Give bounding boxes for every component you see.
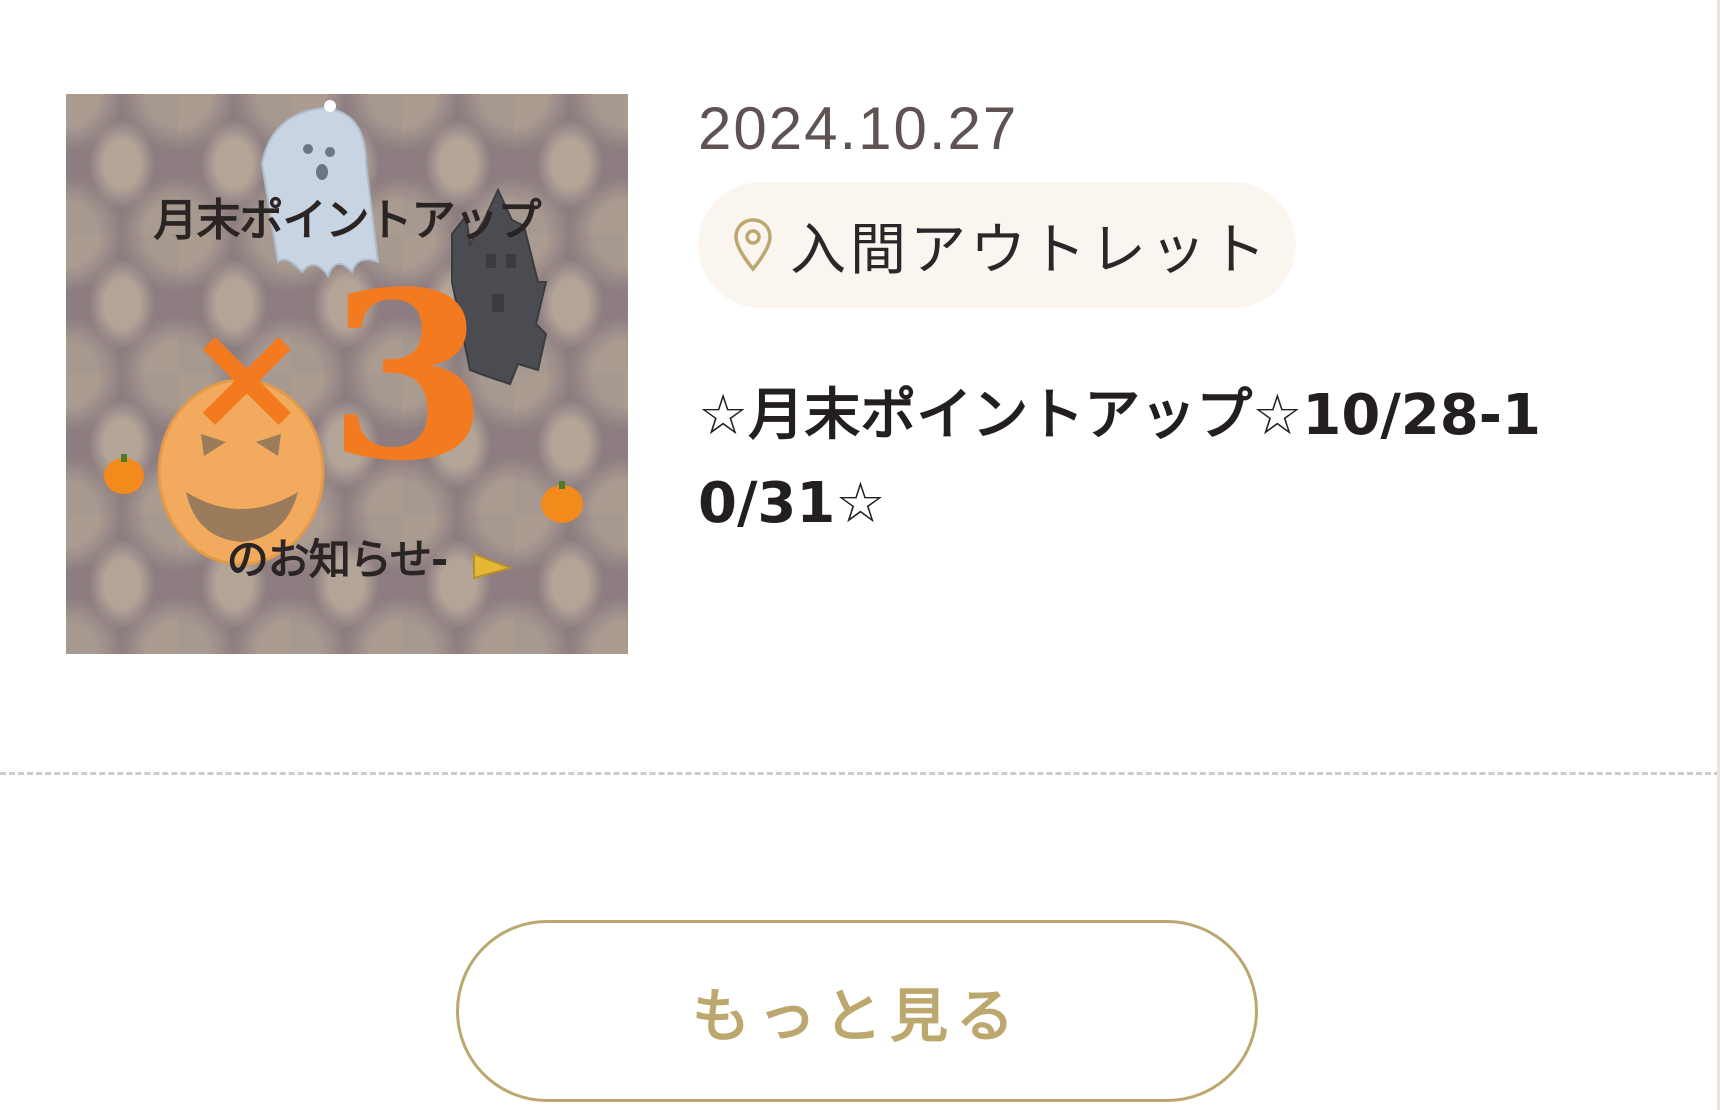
more-button-label: もっと見る [691,982,1022,1050]
news-title: ☆月末ポイントアップ☆10/28-10/31☆ [698,383,1541,536]
location-pin-icon [734,218,772,272]
thumbnail-subline: のお知らせ- [226,535,449,584]
page: 月末ポイントアップ × 3 のお知らせ- 2024.10.27 入間アウトレット… [0,0,1720,1110]
news-thumbnail: 月末ポイントアップ × 3 のお知らせ- [66,94,628,654]
thumbnail-multiplier-value: 3 [328,242,489,512]
dashed-divider [0,772,1720,775]
thumbnail-headline: 月末ポイントアップ [153,195,542,246]
news-item[interactable]: 月末ポイントアップ × 3 のお知らせ- 2024.10.27 入間アウトレット… [66,94,1626,654]
thumbnail-multiplier-symbol: × [184,290,310,464]
more-button[interactable]: もっと見る [456,920,1258,1102]
location-tag: 入間アウトレット [698,182,1296,308]
news-date: 2024.10.27 [698,95,1019,162]
location-label: 入間アウトレット [790,217,1270,283]
